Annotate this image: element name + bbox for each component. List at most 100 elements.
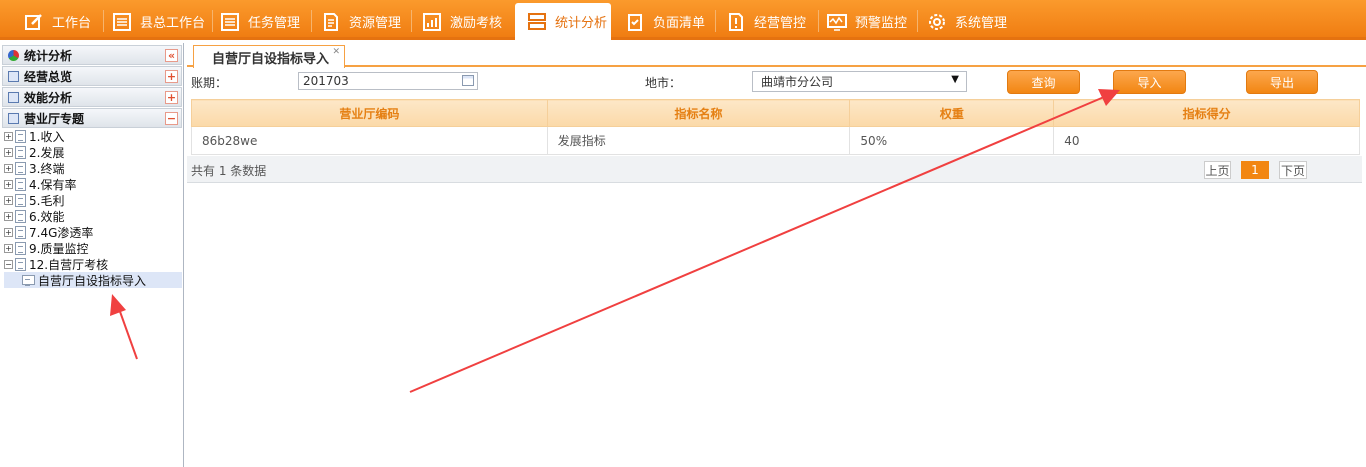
tree-node[interactable]: +4.保有率 xyxy=(4,176,182,192)
tree-leaf-label: 自营厅自设指标导入 xyxy=(38,273,147,288)
tree-node[interactable]: +2.发展 xyxy=(4,144,182,160)
close-icon[interactable]: ✕ xyxy=(332,47,340,57)
cell-hall-code: 86b28we xyxy=(191,126,548,155)
expand-toggle-icon[interactable]: + xyxy=(4,179,13,189)
city-label: 地市： xyxy=(645,76,682,90)
cell-weight: 50% xyxy=(849,126,1055,155)
column-header-score[interactable]: 指标得分 xyxy=(1053,99,1360,127)
folder-doc-icon xyxy=(15,129,26,143)
nav-item-operation-control[interactable]: 经营管控 xyxy=(714,3,816,40)
table-header-row: 营业厅编码 指标名称 权重 指标得分 xyxy=(191,99,1360,127)
query-button[interactable]: 查询 xyxy=(1007,70,1080,94)
chevron-down-icon[interactable]: ▼ xyxy=(951,74,959,85)
prev-page-button[interactable]: 上页 xyxy=(1204,161,1231,179)
nav-item-negative-list[interactable]: 负面清单 xyxy=(613,3,713,40)
edit-icon xyxy=(24,12,44,32)
expand-toggle-icon[interactable]: + xyxy=(4,147,13,157)
tree-node[interactable]: +3.终端 xyxy=(4,160,182,176)
sidebar-tree: +1.收入 +2.发展 +3.终端 +4.保有率 +5.毛利 +6.效能 +7.… xyxy=(4,128,182,288)
tree-node[interactable]: +5.毛利 xyxy=(4,192,182,208)
nav-label: 负面清单 xyxy=(653,16,706,31)
period-input[interactable]: 201703 xyxy=(298,72,478,90)
sidebar-section-hall-topics[interactable]: 营业厅专题 − xyxy=(2,108,182,128)
expand-toggle-icon[interactable]: + xyxy=(4,211,13,221)
table-row[interactable]: 86b28we 发展指标 50% 40 xyxy=(191,126,1360,155)
sidebar-section-efficiency[interactable]: 效能分析 + xyxy=(2,87,182,107)
period-value: 201703 xyxy=(303,74,349,88)
collapse-sidebar-button[interactable]: « xyxy=(165,49,178,62)
collapse-button[interactable]: − xyxy=(165,112,178,125)
tree-node-label: 5.毛利 xyxy=(29,193,65,208)
collapse-toggle-icon[interactable]: − xyxy=(4,259,13,269)
tree-leaf-selected[interactable]: 自营厅自设指标导入 xyxy=(4,272,182,288)
nav-label: 县总工作台 xyxy=(140,16,206,31)
top-navigation-bar: 工作台 县总工作台 任务管理 资源管理 激励考核 统计分析 负面清单 经营管控 … xyxy=(0,0,1366,40)
tab-self-indicator-import[interactable]: 自营厅自设指标导入 ✕ xyxy=(193,45,345,68)
panel-icon xyxy=(8,112,19,124)
panel-icon xyxy=(8,91,19,103)
folder-doc-icon xyxy=(15,161,26,175)
tree-node-label: 12.自营厅考核 xyxy=(29,257,109,272)
sidebar-section-label: 营业厅专题 xyxy=(24,111,85,126)
folder-doc-icon xyxy=(15,257,26,271)
tree-node[interactable]: +9.质量监控 xyxy=(4,240,182,256)
current-page-button[interactable]: 1 xyxy=(1241,161,1269,179)
nav-item-workbench[interactable]: 工作台 xyxy=(12,3,102,40)
record-count: 共有 1 条数据 xyxy=(191,164,267,178)
import-button[interactable]: 导入 xyxy=(1113,70,1186,94)
expand-toggle-icon[interactable]: + xyxy=(4,227,13,237)
nav-item-warning-monitor[interactable]: 预警监控 xyxy=(815,3,915,40)
tree-node-label: 9.质量监控 xyxy=(29,241,89,256)
expand-toggle-icon[interactable]: + xyxy=(4,243,13,253)
nav-item-resource-management[interactable]: 资源管理 xyxy=(309,3,409,40)
next-page-button[interactable]: 下页 xyxy=(1279,161,1307,179)
server-icon xyxy=(527,12,547,32)
list-icon xyxy=(112,12,132,32)
nav-label: 资源管理 xyxy=(349,16,402,31)
tree-node-label: 6.效能 xyxy=(29,209,65,224)
tree-node[interactable]: +1.收入 xyxy=(4,128,182,144)
sidebar-section-label: 效能分析 xyxy=(24,90,73,105)
nav-label: 任务管理 xyxy=(248,16,301,31)
calendar-icon[interactable] xyxy=(462,75,474,86)
table-footer: 共有 1 条数据 上页 1 下页 xyxy=(187,156,1362,183)
cell-indicator-name: 发展指标 xyxy=(546,126,851,155)
alert-file-icon xyxy=(726,12,746,32)
column-header-weight[interactable]: 权重 xyxy=(849,99,1055,127)
tree-node-label: 3.终端 xyxy=(29,161,65,176)
expand-button[interactable]: + xyxy=(165,91,178,104)
expand-toggle-icon[interactable]: + xyxy=(4,131,13,141)
city-select[interactable]: 曲靖市分公司 ▼ xyxy=(752,71,967,92)
nav-item-county-workbench[interactable]: 县总工作台 xyxy=(100,3,210,40)
sidebar-section-overview[interactable]: 经营总览 + xyxy=(2,66,182,86)
clipboard-check-icon xyxy=(625,12,645,32)
tree-node[interactable]: − 12.自营厅考核 xyxy=(4,256,182,272)
sidebar-header-statistics[interactable]: 统计分析 « xyxy=(2,45,182,65)
folder-doc-icon xyxy=(15,225,26,239)
expand-toggle-icon[interactable]: + xyxy=(4,163,13,173)
tree-node-label: 7.4G渗透率 xyxy=(29,225,94,240)
data-table: 营业厅编码 指标名称 权重 指标得分 86b28we 发展指标 50% 40 xyxy=(191,99,1360,155)
folder-doc-icon xyxy=(15,145,26,159)
document-icon xyxy=(321,12,341,32)
tree-node-label: 1.收入 xyxy=(29,129,65,144)
tab-label: 自营厅自设指标导入 xyxy=(212,51,330,67)
nav-label: 系统管理 xyxy=(955,16,1008,31)
export-button[interactable]: 导出 xyxy=(1246,70,1318,94)
nav-item-incentive-assessment[interactable]: 激励考核 xyxy=(410,3,514,40)
expand-toggle-icon[interactable]: + xyxy=(4,195,13,205)
nav-item-system-management[interactable]: 系统管理 xyxy=(915,3,1025,40)
nav-item-task-management[interactable]: 任务管理 xyxy=(208,3,308,40)
tree-node[interactable]: +6.效能 xyxy=(4,208,182,224)
expand-button[interactable]: + xyxy=(165,70,178,83)
tree-node[interactable]: +7.4G渗透率 xyxy=(4,224,182,240)
sidebar-section-label: 经营总览 xyxy=(24,69,73,84)
column-header-indicator-name[interactable]: 指标名称 xyxy=(546,99,851,127)
folder-doc-icon xyxy=(15,177,26,191)
folder-doc-icon xyxy=(15,209,26,223)
nav-label: 激励考核 xyxy=(450,16,503,31)
column-header-hall-code[interactable]: 营业厅编码 xyxy=(191,99,548,127)
nav-item-statistics[interactable]: 统计分析 xyxy=(515,3,611,40)
folder-doc-icon xyxy=(15,241,26,255)
nav-label: 经营管控 xyxy=(754,16,807,31)
